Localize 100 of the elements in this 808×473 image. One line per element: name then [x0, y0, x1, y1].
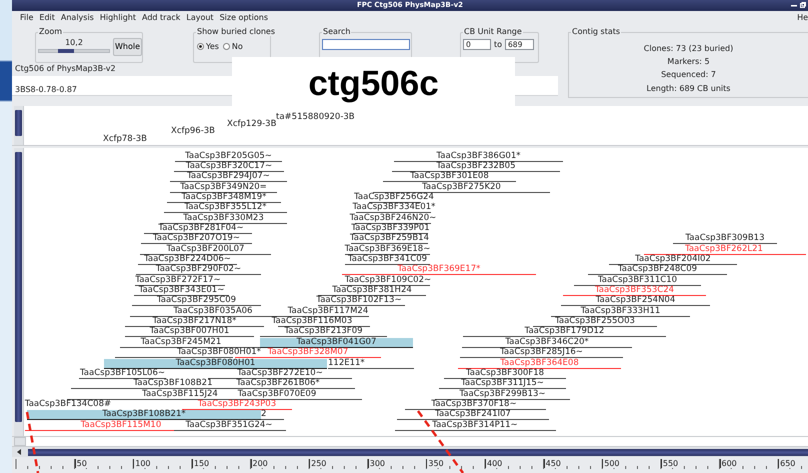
clone-label[interactable]: TaaCsp3BF080H01* — [177, 348, 261, 358]
clone-label[interactable]: TaaCsp3BF116M03 — [272, 317, 352, 326]
ruler-label: 450 — [544, 459, 561, 468]
clone-label[interactable]: TaaCsp3BF281F04~ — [158, 224, 244, 233]
clone-label[interactable]: TaaCsp3BF290F02~ — [156, 265, 242, 274]
clone-label[interactable]: TaaCsp3BF134C08# — [24, 400, 112, 409]
clone-label[interactable]: TaaCsp3BF245M21 — [140, 338, 222, 347]
horizontal-scrollbar[interactable] — [12, 447, 808, 457]
clone-label[interactable]: TaaCsp3BF381H24 — [332, 286, 412, 296]
ruler-label: 350 — [426, 459, 444, 468]
clone-label[interactable]: TaaCsp3BF259B14 — [350, 234, 429, 244]
clone-label[interactable]: TaaCsp3BF299B13~ — [459, 390, 546, 399]
clone-label[interactable]: TaaCsp3BF341C09 — [348, 255, 428, 264]
clone-label[interactable]: TaaCsp3BF105L06~ — [80, 368, 165, 378]
clone-highlight[interactable]: TaaCsp3BF108B21* — [27, 410, 261, 420]
menu-item[interactable]: File — [17, 13, 36, 23]
menu-item[interactable]: Layout — [183, 13, 217, 23]
scrollbar[interactable] — [14, 106, 24, 145]
clone-label[interactable]: TaaCsp3BF275K20 — [422, 182, 501, 192]
clone-label[interactable]: TaaCsp3BF355L12* — [184, 203, 267, 212]
clone-label[interactable]: TaaCsp3BF204I02 — [635, 255, 711, 264]
clone-label[interactable]: TaaCsp3BF248C09 — [618, 265, 698, 274]
clone-label[interactable]: TaaCsp3BF246N20~ — [350, 214, 436, 223]
menu-item[interactable]: Edit — [36, 13, 58, 23]
clone-label[interactable]: TaaCsp3BF115M10 — [80, 420, 162, 430]
clone-label[interactable]: TaaCsp3BF294J07~ — [187, 172, 270, 182]
clone-label[interactable]: TaaCsp3BF349N20= — [180, 182, 267, 192]
clone-label[interactable]: TaaCsp3BF346C20* — [505, 338, 589, 347]
scrollbar[interactable] — [14, 148, 24, 436]
clone-label[interactable]: TaaCsp3BF295C09 — [156, 296, 236, 306]
zoom-value: 10,2 — [65, 38, 83, 48]
clone-label[interactable]: 2 — [261, 410, 266, 420]
clone-label[interactable]: TaaCsp3BF272F17~ — [135, 276, 221, 285]
clone-label[interactable]: TaaCsp3BF328M07 — [268, 348, 348, 358]
zoom-slider[interactable] — [38, 49, 110, 54]
clone-label[interactable]: TaaCsp3BF353C24 — [594, 286, 674, 296]
clone-label[interactable]: TaaCsp3BF108B21 — [134, 379, 212, 388]
clone-label[interactable]: TaaCsp3BF334E01* — [352, 203, 436, 212]
menu-item[interactable]: Highlight — [96, 13, 139, 23]
radio-option[interactable]: No — [222, 42, 243, 52]
clone-label[interactable]: TaaCsp3BF007H01 — [150, 327, 230, 336]
clone-label[interactable]: TaaCsp3BF256G24 — [354, 192, 434, 202]
menu-item[interactable]: Size options — [216, 13, 272, 23]
menu-item[interactable]: Analysis — [58, 13, 97, 23]
clone-label[interactable]: TaaCsp3BF314P11~ — [432, 420, 518, 430]
clone-label[interactable]: TaaCsp3BF301E08 — [410, 172, 489, 182]
menu-item[interactable]: Add track — [138, 13, 184, 23]
clone-label[interactable]: TaaCsp3BF262L21 — [685, 244, 763, 254]
clone-label[interactable]: TaaCsp3BF386G01* — [436, 152, 520, 160]
clone-label[interactable]: TaaCsp3BF207O19~ — [153, 234, 240, 244]
clone-label[interactable]: TaaCsp3BF102F13~ — [316, 296, 402, 306]
radio-option[interactable]: Yes — [197, 42, 219, 52]
clone-label[interactable]: TaaCsp3BF241I07 — [435, 410, 511, 420]
clone-label[interactable]: TaaCsp3BF243P03 — [198, 400, 276, 409]
clone-label[interactable]: TaaCsp3BF041G07 — [296, 338, 376, 347]
clone-label[interactable]: TaaCsp3BF217N18* — [152, 317, 236, 326]
clone-label[interactable]: TaaCsp3BF205G05~ — [185, 152, 272, 160]
clone-label[interactable]: TaaCsp3BF370F18~ — [431, 400, 517, 409]
clone-label[interactable]: TaaCsp3BF364E08 — [500, 358, 579, 368]
clone-label[interactable]: TaaCsp3BF115J24 — [142, 390, 218, 399]
clone-label[interactable]: TaaCsp3BF224D06~ — [144, 255, 231, 264]
clone-label[interactable]: TaaCsp3BF117M24 — [288, 306, 368, 316]
minimize-icon[interactable] — [791, 2, 797, 8]
clone-label[interactable]: TaaCsp3BF369E17* — [398, 265, 480, 274]
clone-label[interactable]: TaaCsp3BF179D12 — [524, 327, 604, 336]
clone-label[interactable]: TaaCsp3BF330M23 — [183, 214, 264, 223]
clone-label[interactable]: TaaCsp3BF080H01 — [176, 358, 256, 368]
clone-label[interactable]: TaaCsp3BF311J15~ — [461, 379, 544, 388]
clone-label[interactable]: TaaCsp3BF261B06* — [236, 379, 320, 388]
clone-label[interactable]: TaaCsp3BF232B05 — [436, 162, 516, 171]
clone-label[interactable]: TaaCsp3BF070E09 — [238, 390, 316, 399]
clone-label[interactable]: TaaCsp3BF320C17~ — [186, 162, 272, 171]
clone-label[interactable]: TaaCsp3BF339P01 — [351, 224, 430, 233]
clone-label[interactable]: TaaCsp3BF272E10~ — [237, 368, 323, 378]
clone-label[interactable]: TaaCsp3BF309B13 — [686, 234, 764, 244]
clone-highlight[interactable]: TaaCsp3BF041G07 — [260, 338, 413, 348]
clone-label[interactable]: TaaCsp3BF333H11 — [580, 306, 660, 316]
clone-label[interactable]: TaaCsp3BF255O03 — [555, 317, 635, 326]
clone-label[interactable]: TaaCsp3BF254N04 — [596, 296, 676, 306]
radio-button[interactable] — [222, 43, 230, 50]
restore-icon[interactable] — [800, 2, 806, 8]
clone-label[interactable]: TaaCsp3BF369E18~ — [344, 244, 430, 254]
ruler-label: 300 — [368, 459, 386, 468]
clone-label[interactable]: TaaCsp3BF109C02~ — [344, 276, 432, 285]
clone-label[interactable]: 112E11* — [328, 358, 365, 368]
clone-label[interactable]: TaaCsp3BF343E01~ — [138, 286, 224, 296]
clone-label[interactable]: TaaCsp3BF351G24~ — [186, 420, 272, 430]
clone-label[interactable]: TaaCsp3BF300F18 — [466, 368, 544, 378]
whole-button[interactable]: Whole — [113, 38, 142, 56]
clone-label[interactable]: TaaCsp3BF213F09 — [284, 327, 363, 336]
clone-label[interactable]: TaaCsp3BF311C10 — [598, 276, 678, 285]
clone-label[interactable]: TaaCsp3BF035A06 — [174, 306, 252, 316]
clone-highlight[interactable]: TaaCsp3BF080H01 — [104, 358, 327, 368]
clone-label[interactable]: TaaCsp3BF108B21* — [102, 410, 186, 420]
clone-label[interactable]: TaaCsp3BF348M19* — [182, 192, 266, 202]
clone-label[interactable]: TaaCsp3BF285J16~ — [500, 348, 583, 358]
search-field[interactable] — [322, 39, 410, 50]
radio-button[interactable] — [197, 43, 204, 50]
menu-item[interactable]: He — [794, 13, 808, 23]
clone-label[interactable]: TaaCsp3BF200L07 — [166, 244, 244, 254]
